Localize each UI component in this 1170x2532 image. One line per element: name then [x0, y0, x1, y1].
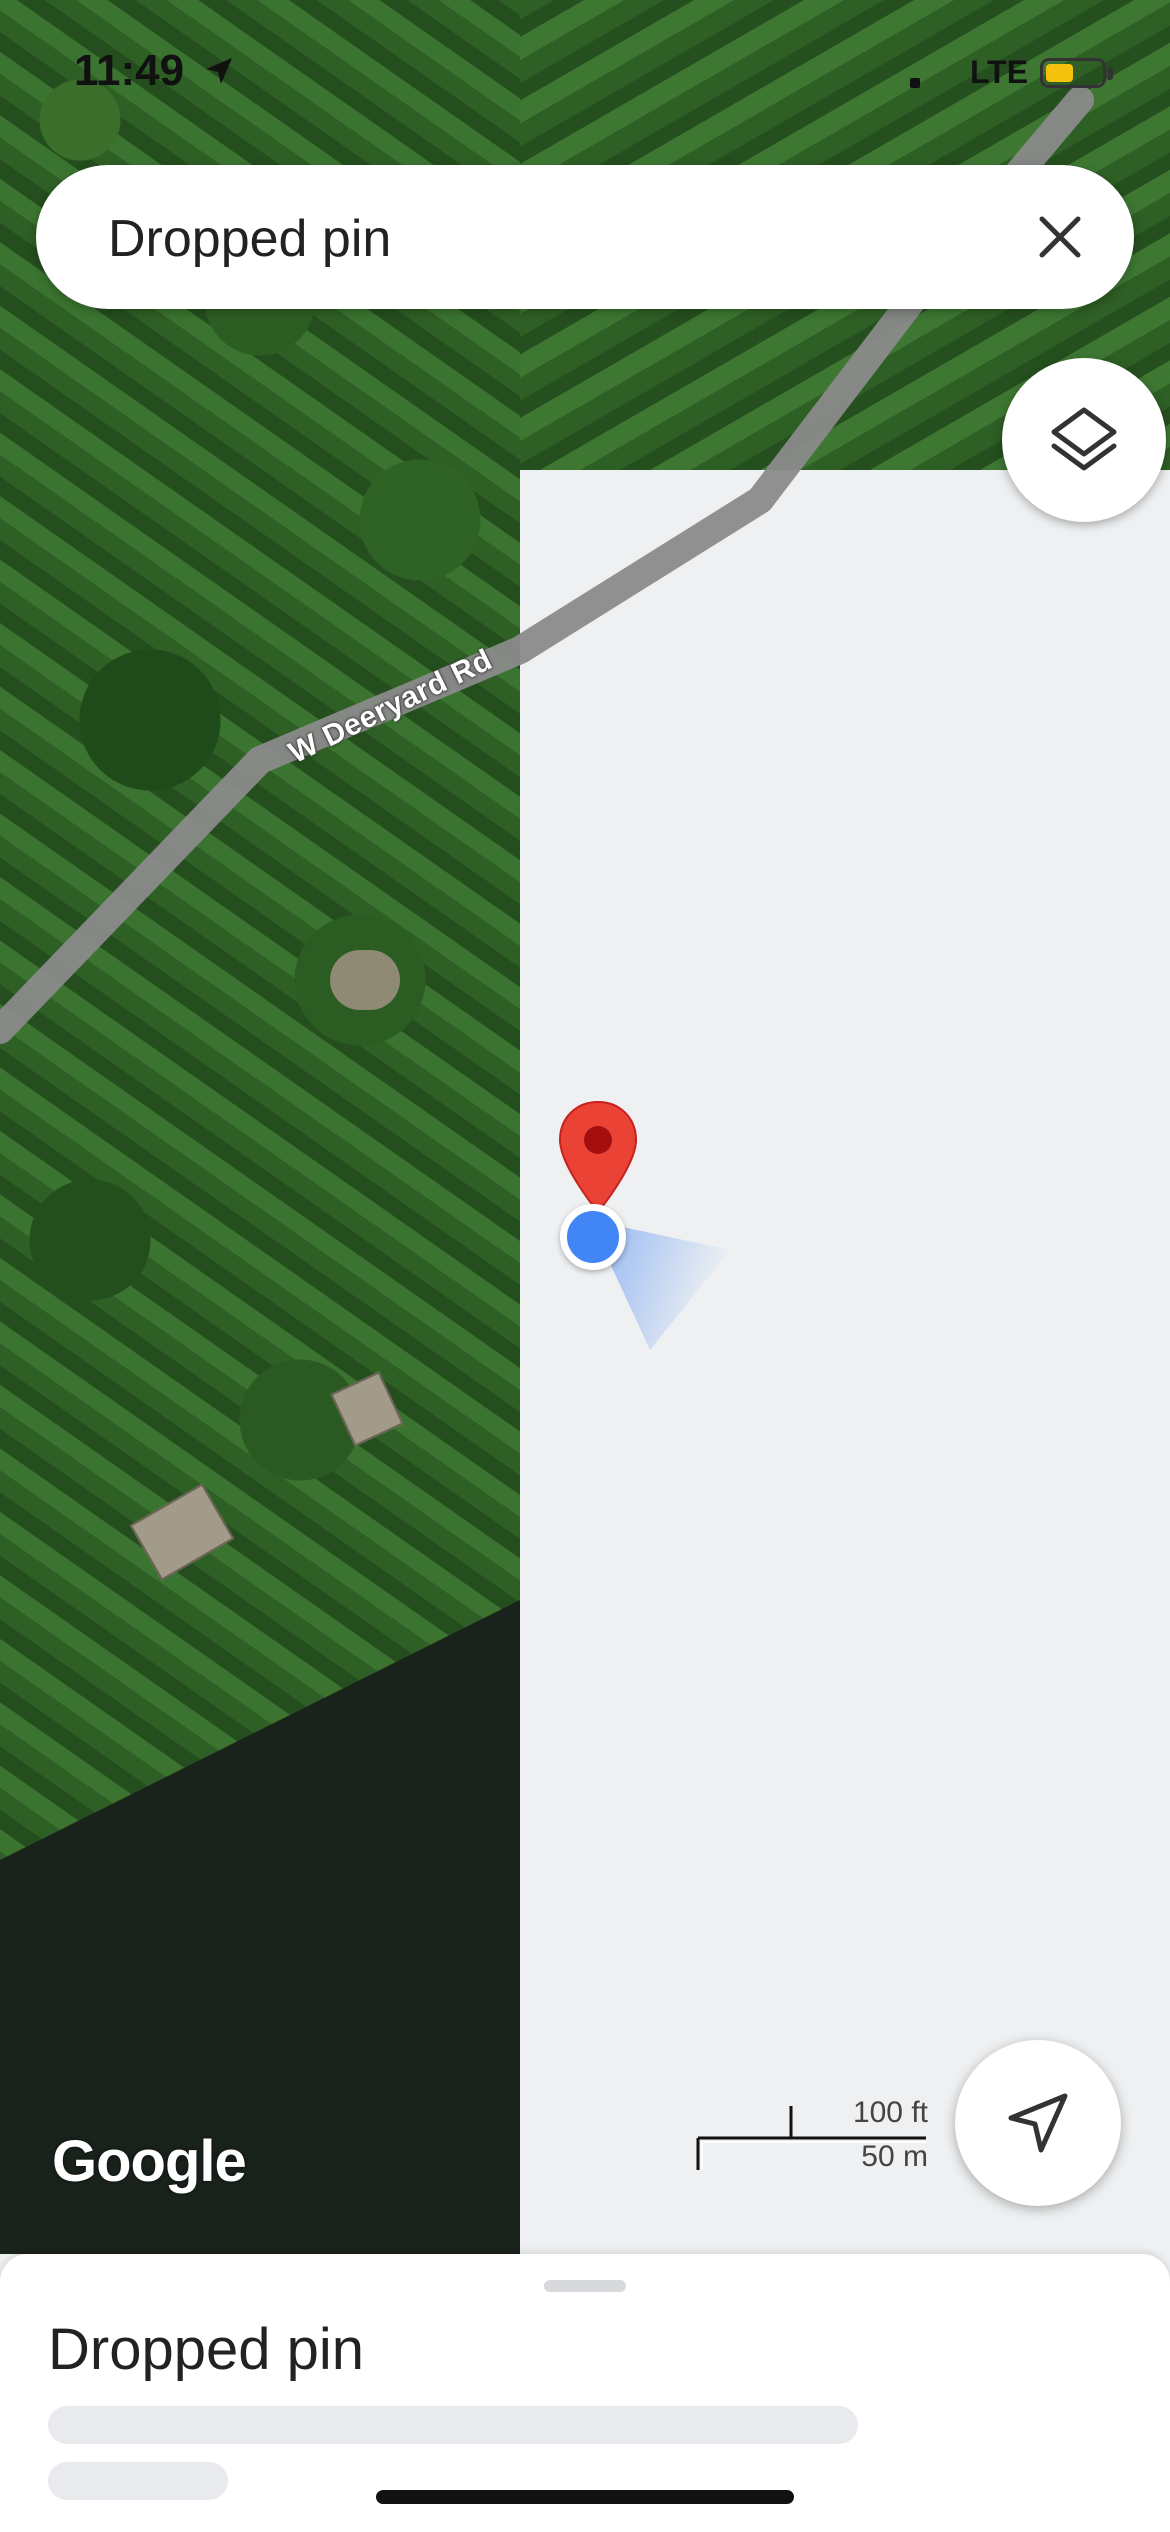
- map-scale: 100 ft 50 m: [696, 2096, 936, 2186]
- my-location-dot: [560, 1204, 626, 1270]
- home-indicator[interactable]: [376, 2490, 794, 2504]
- scale-metric-label: 50 m: [861, 2140, 928, 2173]
- battery-icon: [1040, 58, 1106, 88]
- scale-imperial-label: 100 ft: [852, 2096, 928, 2129]
- layers-icon: [1051, 407, 1117, 471]
- google-logo: Google: [52, 2129, 247, 2194]
- clearing: [330, 950, 400, 1010]
- location-arrow-icon: [206, 58, 232, 84]
- layers-button[interactable]: [1002, 358, 1166, 522]
- network-label: LTE: [970, 54, 1029, 90]
- search-query[interactable]: Dropped pin: [108, 209, 391, 269]
- dropped-pin-icon[interactable]: [556, 1100, 640, 1216]
- battery-nub: [1108, 67, 1113, 80]
- navigation-arrow-icon: [1008, 2093, 1068, 2153]
- sheet-drag-handle[interactable]: [544, 2280, 626, 2292]
- search-bar[interactable]: Dropped pin: [36, 165, 1134, 309]
- close-icon[interactable]: [1028, 205, 1092, 269]
- bottom-sheet[interactable]: Dropped pin: [0, 2254, 1170, 2532]
- locate-me-button[interactable]: [955, 2040, 1121, 2206]
- loading-placeholder: [48, 2462, 228, 2500]
- sheet-title: Dropped pin: [48, 2317, 364, 2382]
- loading-placeholder: [48, 2406, 858, 2444]
- signal-icon: [910, 78, 920, 88]
- unloaded-map-tile: [520, 470, 1170, 2254]
- status-time: 11:49: [74, 46, 185, 95]
- map-view[interactable]: W Deeryard Rd Google 100 ft 50 m: [0, 0, 1170, 2254]
- status-bar: 11:49 LTE: [0, 0, 1170, 150]
- battery-level: [1046, 64, 1073, 82]
